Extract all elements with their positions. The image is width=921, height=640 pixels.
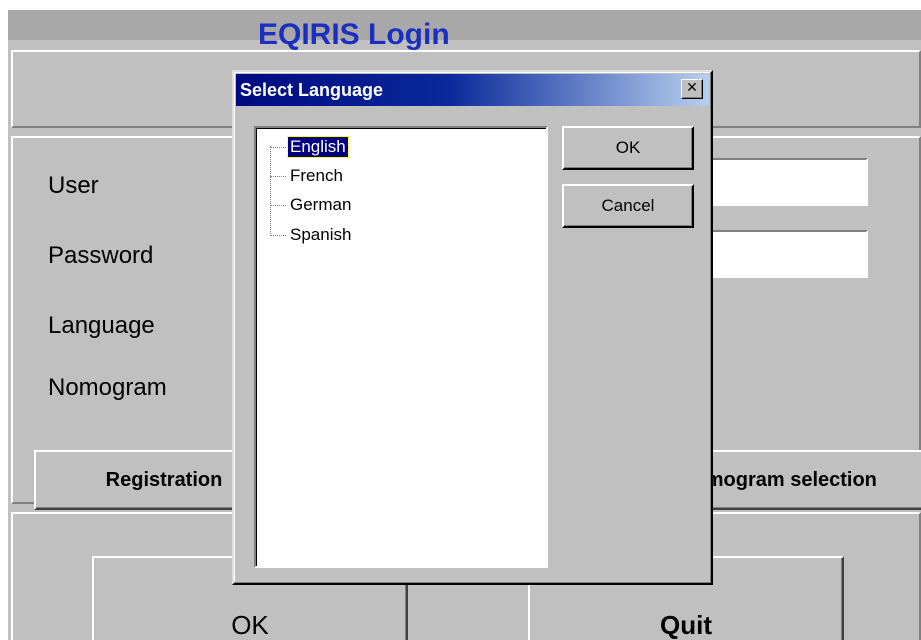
tree-branch-line [270,234,286,236]
screen: EQIRIS Login User Password Language Nomo… [0,0,921,640]
dialog-cancel-button[interactable]: Cancel [562,184,694,228]
user-label: User [48,172,99,199]
tree-branch-line [270,175,286,177]
dialog-ok-button[interactable]: OK [562,126,694,170]
select-language-dialog: Select Language ✕ English French German … [232,70,713,585]
language-item-german[interactable]: German [270,194,353,216]
registration-button[interactable]: Registration [34,450,254,510]
password-label: Password [48,242,154,269]
language-item-label: English [287,136,349,158]
registration-button-label: Registration [105,468,223,491]
tree-branch-line [270,146,286,148]
language-tree[interactable]: English French German Spanish [254,126,548,568]
dialog-title: Select Language [240,80,384,100]
dialog-titlebar[interactable]: Select Language ✕ [236,74,709,106]
password-field[interactable] [696,230,868,278]
close-icon[interactable]: ✕ [681,79,703,99]
language-item-english[interactable]: English [270,136,349,158]
quit-button-label: Quit [660,609,712,640]
nomogram-label: Nomogram [48,374,167,401]
app-title: EQIRIS Login [258,20,450,50]
language-label: Language [48,312,155,339]
language-item-label: French [290,166,343,185]
user-field[interactable] [696,158,868,206]
language-item-label: Spanish [290,225,352,244]
tree-connector-line [270,146,271,236]
login-ok-button-label: OK [231,609,269,640]
language-item-label: German [290,195,352,214]
language-item-french[interactable]: French [270,165,345,187]
tree-branch-line [270,204,286,206]
language-item-spanish[interactable]: Spanish [270,224,353,246]
